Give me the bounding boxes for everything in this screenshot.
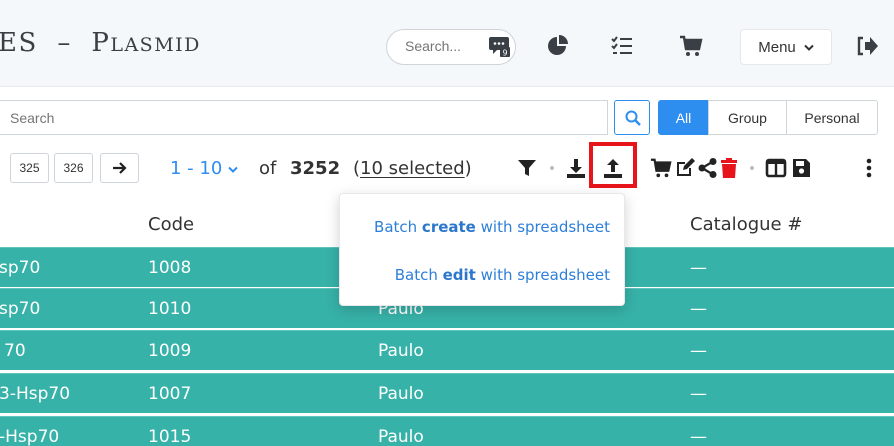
page-button-325[interactable]: 325	[10, 153, 49, 183]
search-icon	[625, 110, 641, 126]
toolbar-separator	[750, 166, 754, 170]
batch-create-menu-item[interactable]: Batch create with spreadsheet	[374, 218, 610, 236]
cart-icon[interactable]	[679, 34, 703, 58]
menu-button[interactable]: Menu	[740, 29, 832, 65]
cell-name[interactable]: 3-Hsp70	[0, 384, 70, 404]
chevron-down-icon	[228, 163, 238, 177]
batch-upload-dropdown: Batch create with spreadsheet Batch edit…	[339, 193, 625, 306]
search-button[interactable]	[614, 100, 650, 135]
chevron-down-icon	[804, 39, 814, 56]
badge-count: 9	[502, 49, 507, 58]
scope-group-button[interactable]: Group	[708, 100, 787, 135]
cell-name[interactable]: 70	[4, 341, 26, 361]
cell-code: 1008	[148, 258, 192, 278]
cell-name[interactable]: sp70	[0, 299, 40, 319]
toolbar-separator	[550, 166, 554, 170]
pie-chart-icon[interactable]	[546, 34, 570, 58]
top-header: ES – PLASMID 9 Menu	[0, 0, 894, 87]
page-size-dropdown[interactable]: 1 - 10	[170, 158, 238, 179]
header-search-input[interactable]	[405, 38, 477, 54]
cart-icon[interactable]	[650, 157, 672, 179]
table-row[interactable]: -Hsp70 1015 Paulo —	[0, 416, 894, 446]
download-icon[interactable]	[565, 157, 587, 179]
scope-all-button[interactable]: All	[658, 100, 709, 135]
table-row[interactable]: 3-Hsp70 1007 Paulo —	[0, 373, 894, 413]
logout-icon[interactable]	[856, 34, 880, 58]
total-count: 3252	[290, 158, 341, 179]
menu-label: Menu	[758, 38, 796, 56]
checklist-icon[interactable]	[610, 34, 634, 58]
cell-owner: Paulo	[378, 427, 424, 446]
cell-code: 1007	[148, 384, 192, 404]
save-icon[interactable]	[790, 157, 812, 179]
cell-catalogue: —	[690, 341, 707, 361]
cell-catalogue: —	[690, 427, 707, 446]
search-field[interactable]	[0, 100, 608, 135]
edit-icon[interactable]	[674, 157, 696, 179]
search-input[interactable]	[10, 110, 310, 126]
of-label: of	[259, 158, 277, 179]
batch-edit-menu-item[interactable]: Batch edit with spreadsheet	[395, 266, 610, 284]
column-header-code[interactable]: Code	[148, 214, 194, 235]
cell-code: 1010	[148, 299, 192, 319]
cell-name[interactable]: sp70	[0, 258, 40, 278]
page-title: ES – PLASMID	[0, 28, 201, 58]
cell-code: 1009	[148, 341, 192, 361]
cell-code: 1015	[148, 427, 192, 446]
next-page-button[interactable]	[100, 153, 139, 183]
trash-icon[interactable]	[718, 157, 740, 179]
page-button-326[interactable]: 326	[54, 153, 93, 183]
range-label: 1 - 10	[170, 158, 223, 179]
arrow-right-icon	[112, 162, 127, 174]
cell-owner: Paulo	[378, 341, 424, 361]
upload-highlight-box	[589, 142, 637, 188]
selected-count[interactable]: (10 selected)	[353, 158, 472, 179]
more-vertical-icon[interactable]	[858, 157, 880, 179]
cell-catalogue: —	[690, 384, 707, 404]
cell-catalogue: —	[690, 299, 707, 319]
chat-badge-icon[interactable]: 9	[488, 35, 510, 58]
selected-label: 10 selected	[360, 158, 465, 179]
cell-catalogue: —	[690, 258, 707, 278]
columns-icon[interactable]	[765, 157, 787, 179]
share-icon[interactable]	[697, 157, 719, 179]
table-row[interactable]: 70 1009 Paulo —	[0, 330, 894, 370]
cell-owner: Paulo	[378, 384, 424, 404]
filter-icon[interactable]	[516, 157, 538, 179]
cell-name[interactable]: -Hsp70	[0, 427, 59, 446]
column-header-catalogue[interactable]: Catalogue #	[690, 214, 802, 235]
scope-personal-button[interactable]: Personal	[786, 100, 878, 135]
